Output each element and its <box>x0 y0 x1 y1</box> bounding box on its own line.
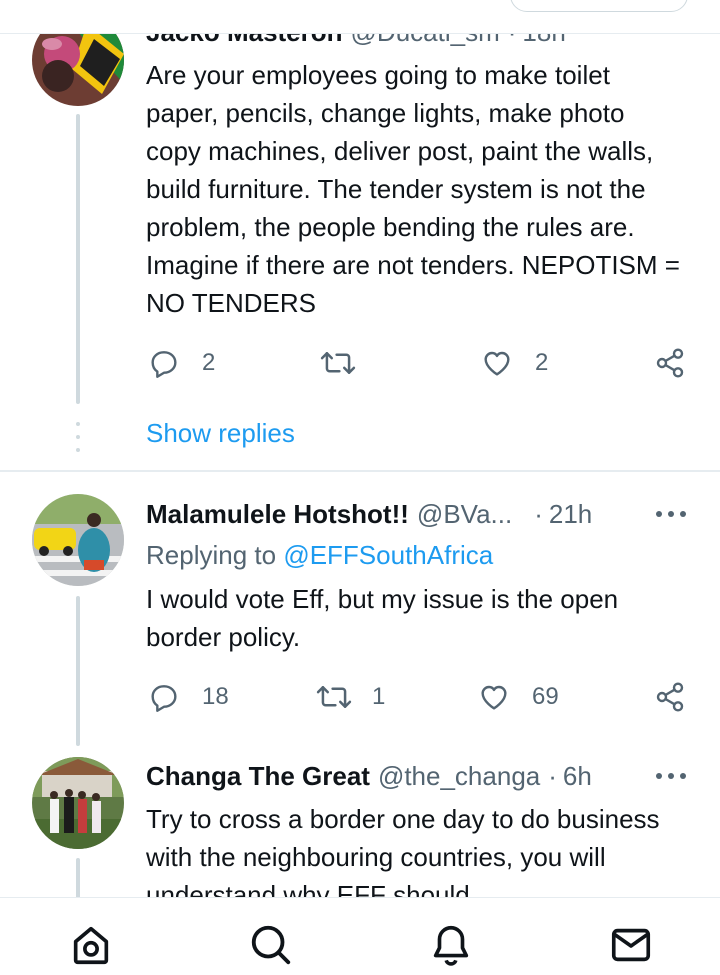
share-icon <box>654 681 686 713</box>
reply-icon <box>148 347 180 379</box>
timeline: Jacko Masteron @Ducati_sm · 18h Are your… <box>0 0 720 897</box>
replying-to: Replying to @EFFSouthAfrica <box>146 540 493 571</box>
like-count: 2 <box>535 349 549 376</box>
follow-button[interactable] <box>510 0 688 12</box>
show-replies-link[interactable]: Show replies <box>146 418 295 449</box>
share-icon <box>654 347 686 379</box>
display-name[interactable]: Changa The Great <box>146 761 370 792</box>
bottom-navigation <box>0 897 720 975</box>
replying-prefix: Replying to <box>146 540 284 570</box>
reply-button[interactable]: 18 <box>148 677 229 717</box>
home-icon <box>68 922 114 973</box>
share-button[interactable] <box>654 343 686 383</box>
nav-home[interactable] <box>66 922 116 972</box>
retweet-count: 1 <box>372 683 386 710</box>
tweet-actions: 18 1 69 <box>0 677 720 717</box>
retweet-button[interactable] <box>320 343 356 383</box>
display-name[interactable]: Malamulele Hotshot!! <box>146 499 409 530</box>
like-button[interactable]: 69 <box>478 677 559 717</box>
reply-count: 2 <box>202 349 216 376</box>
retweet-button[interactable]: 1 <box>316 677 385 717</box>
user-handle[interactable]: @the_changa <box>378 761 540 792</box>
like-count: 69 <box>532 683 559 710</box>
separator-dot: · <box>534 498 543 529</box>
search-icon <box>248 922 294 973</box>
like-button[interactable]: 2 <box>481 343 548 383</box>
nav-messages[interactable] <box>606 922 656 972</box>
tweet-header: Malamulele Hotshot!! @BVa... · 21h <box>146 494 592 534</box>
heart-icon <box>481 347 513 379</box>
thread-continuation-dots <box>76 422 80 452</box>
tweet-text: Try to cross a border one day to do busi… <box>146 804 660 897</box>
tweet-actions: 2 2 <box>0 343 720 383</box>
nav-notifications[interactable] <box>426 922 476 972</box>
mention-link[interactable]: @EFFSouthAfrica <box>283 540 493 570</box>
heart-icon <box>478 681 510 713</box>
mail-icon <box>608 922 654 973</box>
share-button[interactable] <box>654 677 686 717</box>
bell-icon <box>428 922 474 973</box>
more-icon[interactable] <box>656 494 686 534</box>
reply-count: 18 <box>202 683 229 710</box>
reply-icon <box>148 681 180 713</box>
reply-button[interactable]: 2 <box>148 343 215 383</box>
tweet-header: Changa The Great @the_changa · 6h <box>146 756 592 796</box>
avatar[interactable] <box>32 494 124 586</box>
top-bar <box>0 0 720 34</box>
timestamp[interactable]: 6h <box>563 761 592 792</box>
tweet-text: I would vote Eff, but my issue is the op… <box>146 584 619 652</box>
nav-search[interactable] <box>246 922 296 972</box>
divider <box>0 470 720 472</box>
avatar[interactable] <box>32 757 124 849</box>
retweet-icon <box>316 681 352 713</box>
thread-line <box>76 858 80 897</box>
timestamp[interactable]: 21h <box>549 499 592 530</box>
thread-line <box>76 596 80 746</box>
tweet-text: Are your employees going to make toilet … <box>146 60 680 318</box>
more-icon[interactable] <box>656 756 686 796</box>
separator-dot: · <box>548 760 557 791</box>
retweet-icon <box>320 347 356 379</box>
user-handle[interactable]: @BVa... <box>417 499 512 530</box>
